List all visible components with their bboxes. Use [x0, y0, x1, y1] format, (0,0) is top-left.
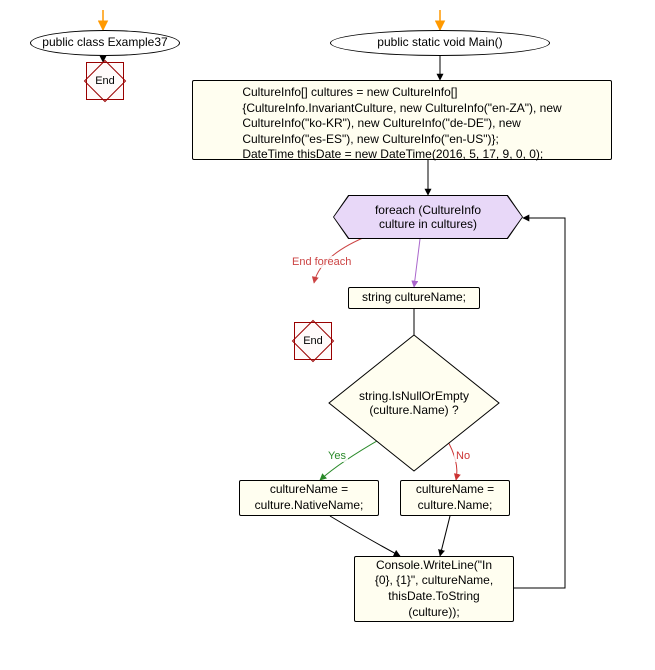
culturename-decl-node: string cultureName;: [348, 287, 480, 309]
class-declaration-node: public class Example37: [30, 30, 180, 56]
edge-label-no: No: [454, 450, 472, 462]
writeline-node: Console.WriteLine("In {0}, {1}", culture…: [354, 556, 514, 622]
class-decl-text: public class Example37: [42, 35, 167, 51]
isnull-text: string.IsNullOrEmpty (culture.Name) ?: [359, 389, 469, 417]
writeline-text: Console.WriteLine("In {0}, {1}", culture…: [375, 558, 493, 620]
init-block-node: CultureInfo[] cultures = new CultureInfo…: [192, 80, 612, 160]
end1-text: End: [95, 74, 115, 88]
foreach-node-border: foreach (CultureInfo culture in cultures…: [333, 195, 523, 239]
main-decl-text: public static void Main(): [377, 35, 502, 51]
culturename-decl-text: string cultureName;: [362, 290, 466, 306]
culture-name-text: cultureName = culture.Name;: [416, 482, 494, 513]
main-declaration-node: public static void Main(): [330, 30, 550, 56]
foreach-text: foreach (CultureInfo culture in cultures…: [375, 203, 481, 231]
end-node-1: End: [86, 62, 124, 100]
culture-native-text: cultureName = culture.NativeName;: [255, 482, 364, 513]
end2-text: End: [303, 334, 323, 348]
isnull-diamond-wrap: string.IsNullOrEmpty (culture.Name) ?: [327, 333, 501, 473]
edge-label-endforeach: End foreach: [290, 256, 353, 268]
init-block-text: CultureInfo[] cultures = new CultureInfo…: [242, 85, 561, 163]
culture-native-node: cultureName = culture.NativeName;: [239, 480, 379, 516]
culture-name-node: cultureName = culture.Name;: [400, 480, 510, 516]
edge-label-yes: Yes: [326, 450, 348, 462]
